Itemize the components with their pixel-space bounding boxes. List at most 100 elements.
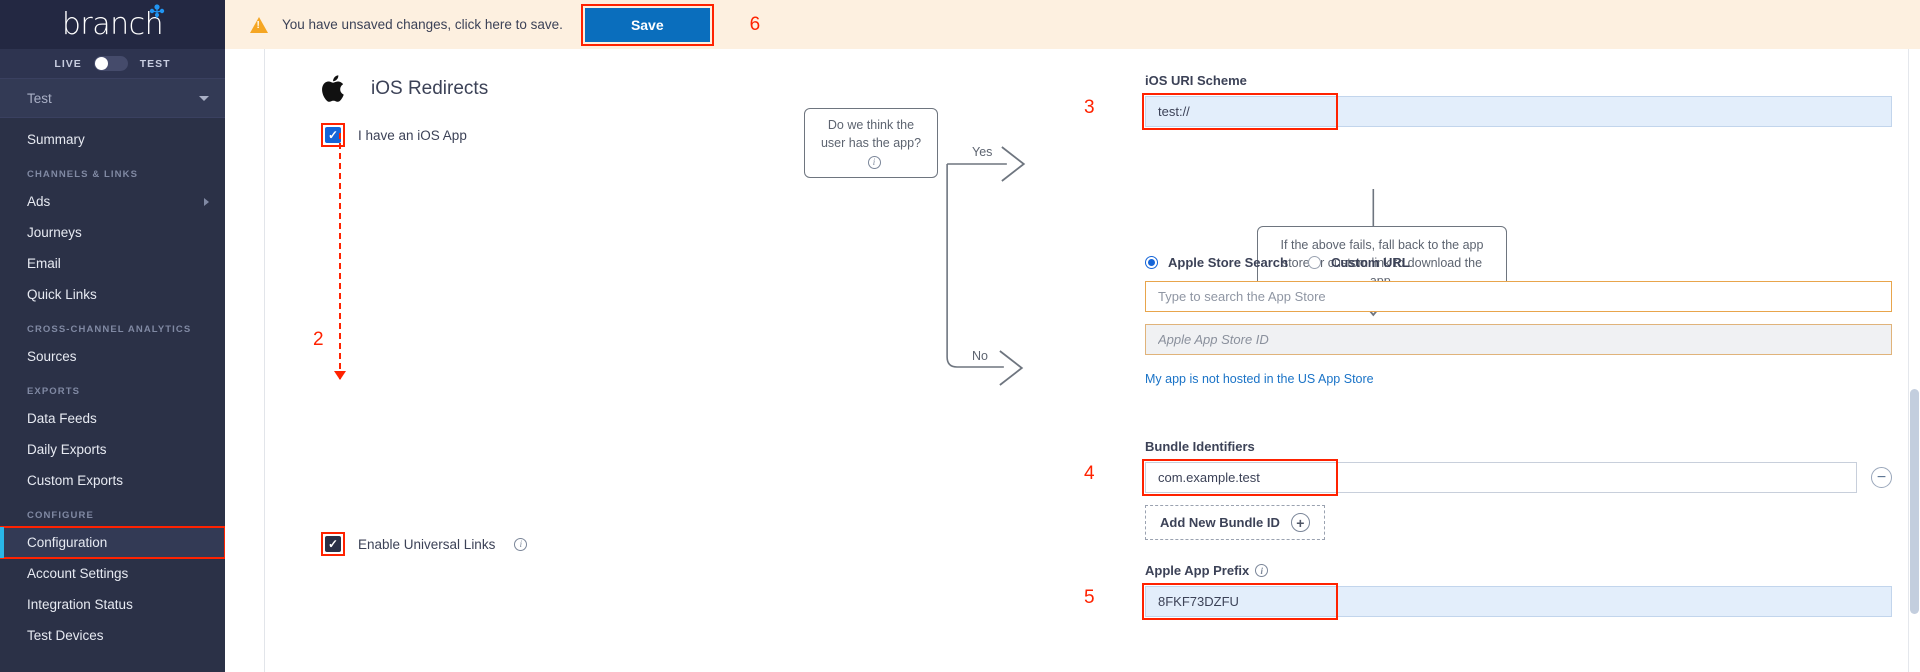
sidebar-item-label: Custom Exports <box>27 473 123 488</box>
save-button[interactable]: Save <box>585 8 710 42</box>
custom-url-label: Custom URL <box>1331 255 1410 270</box>
remove-bundle-id-button[interactable]: − <box>1871 467 1892 488</box>
flow-question-info-icon[interactable]: i <box>868 156 881 169</box>
app-root: branch LIVE TEST Test Summary CHANNELS &… <box>0 0 1920 672</box>
apple-logo-icon <box>321 72 349 105</box>
custom-url-radio[interactable] <box>1308 256 1321 269</box>
uri-scheme-input[interactable] <box>1145 96 1892 127</box>
universal-links-label: Enable Universal Links <box>358 537 495 552</box>
env-toggle-knob <box>95 57 108 70</box>
bundle-identifiers-label: Bundle Identifiers <box>1145 439 1892 454</box>
apple-app-prefix-row: 5 <box>1145 586 1892 617</box>
sidebar-item-label: Quick Links <box>27 287 97 302</box>
sidebar-item-label: Test Devices <box>27 628 104 643</box>
universal-links-info-icon[interactable]: i <box>514 538 527 551</box>
sidebar-section-configure: CONFIGURE <box>0 496 225 527</box>
ios-settings-column: iOS URI Scheme 3 Apple Store Search Cust… <box>1145 49 1892 672</box>
universal-links-row: ✓ Enable Universal Links i <box>321 532 527 556</box>
sidebar-item-quick-links[interactable]: Quick Links <box>0 279 225 310</box>
bundle-identifier-row: − 4 <box>1145 462 1892 493</box>
sidebar-item-journeys[interactable]: Journeys <box>0 217 225 248</box>
sidebar-section-channels-links: CHANNELS & LINKS <box>0 155 225 186</box>
sidebar-item-label: Journeys <box>27 225 82 240</box>
banner-message: You have unsaved changes, click here to … <box>282 17 563 32</box>
unsaved-changes-banner: You have unsaved changes, click here to … <box>225 0 1920 49</box>
not-us-app-store-link[interactable]: My app is not hosted in the US App Store <box>1145 372 1374 386</box>
sidebar-item-daily-exports[interactable]: Daily Exports <box>0 434 225 465</box>
sidebar-item-email[interactable]: Email <box>0 248 225 279</box>
warning-icon <box>250 17 268 33</box>
brand-logo[interactable]: branch <box>0 0 225 49</box>
environment-toggle-bar[interactable]: LIVE TEST <box>0 49 225 79</box>
sidebar-item-ads[interactable]: Ads <box>0 186 225 217</box>
app-selector-value: Test <box>27 91 52 106</box>
sidebar-item-custom-exports[interactable]: Custom Exports <box>0 465 225 496</box>
apple-app-prefix-info-icon[interactable]: i <box>1255 564 1268 577</box>
sidebar-item-label: Integration Status <box>27 597 133 612</box>
chevron-down-icon <box>199 96 209 101</box>
sidebar-item-label: Sources <box>27 349 77 364</box>
sidebar-section-exports: EXPORTS <box>0 372 225 403</box>
uri-scheme-label: iOS URI Scheme <box>1145 73 1892 88</box>
app-selector[interactable]: Test <box>0 79 225 118</box>
plus-icon: + <box>1291 513 1310 532</box>
annotation-arrow-head <box>334 371 346 380</box>
apple-store-search-radio[interactable] <box>1145 256 1158 269</box>
app-store-id-input[interactable] <box>1145 324 1892 355</box>
ios-redirects-panel: iOS Redirects ✓ I have an iOS App 2 <box>321 49 841 672</box>
sidebar-item-sources[interactable]: Sources <box>0 341 225 372</box>
sidebar-item-label: Data Feeds <box>27 411 97 426</box>
page-scrollbar-thumb[interactable] <box>1910 389 1919 614</box>
ios-redirects-title: iOS Redirects <box>371 78 488 100</box>
page-scrollbar[interactable] <box>1908 49 1920 672</box>
sidebar-item-label: Summary <box>27 132 85 147</box>
sidebar-section-cross-channel-analytics: CROSS-CHANNEL ANALYTICS <box>0 310 225 341</box>
app-store-id-row <box>1145 324 1892 355</box>
env-toggle-switch[interactable] <box>94 56 128 71</box>
sidebar-item-label: Configuration <box>27 535 107 550</box>
annotation-step-6: 6 <box>750 14 761 36</box>
sidebar-item-label: Daily Exports <box>27 442 107 457</box>
not-us-store-row: My app is not hosted in the US App Store <box>1145 370 1892 388</box>
content-area: iOS Redirects ✓ I have an iOS App 2 <box>225 49 1920 672</box>
uri-scheme-row: 3 <box>1145 96 1892 127</box>
annotation-step-2: 2 <box>313 329 324 351</box>
app-store-search-row <box>1145 281 1892 312</box>
env-live-label: LIVE <box>54 58 81 70</box>
annotation-step-3: 3 <box>1084 97 1095 119</box>
sidebar-item-configuration[interactable]: Configuration <box>0 527 225 558</box>
universal-links-highlight: ✓ <box>321 532 345 556</box>
add-new-bundle-id-label: Add New Bundle ID <box>1160 515 1280 530</box>
annotation-step-5: 5 <box>1084 587 1095 609</box>
add-bundle-row: Add New Bundle ID + <box>1145 505 1892 540</box>
ios-redirects-header: iOS Redirects <box>321 72 841 105</box>
flow-no-label: No <box>972 349 988 363</box>
apple-app-prefix-label-row: Apple App Prefix i <box>1145 563 1892 578</box>
flow-yes-label: Yes <box>972 145 992 159</box>
annotation-arrow-down <box>329 133 351 379</box>
branch-dots-icon <box>137 4 165 22</box>
apple-app-prefix-input[interactable] <box>1145 586 1892 617</box>
content-body: iOS Redirects ✓ I have an iOS App 2 <box>265 49 1920 672</box>
app-store-search-input[interactable] <box>1145 281 1892 312</box>
bundle-identifier-input[interactable] <box>1145 462 1857 493</box>
chevron-right-icon <box>204 198 209 206</box>
annotation-step-4: 4 <box>1084 463 1095 485</box>
sidebar-item-integration-status[interactable]: Integration Status <box>0 589 225 620</box>
add-new-bundle-id-button[interactable]: Add New Bundle ID + <box>1145 505 1325 540</box>
sidebar-item-label: Ads <box>27 194 50 209</box>
sidebar-item-data-feeds[interactable]: Data Feeds <box>0 403 225 434</box>
sidebar-item-account-settings[interactable]: Account Settings <box>0 558 225 589</box>
universal-links-checkbox[interactable]: ✓ <box>325 536 341 552</box>
apple-store-search-label: Apple Store Search <box>1168 255 1288 270</box>
have-ios-app-row: ✓ I have an iOS App <box>321 123 841 147</box>
content-left-rail <box>225 49 265 672</box>
store-option-radios: Apple Store Search Custom URL <box>1145 255 1892 270</box>
env-test-label: TEST <box>140 58 171 70</box>
annotation-arrow-shaft <box>339 133 341 379</box>
sidebar-item-summary[interactable]: Summary <box>0 124 225 155</box>
save-button-highlight: Save <box>581 4 714 46</box>
sidebar: branch LIVE TEST Test Summary CHANNELS &… <box>0 0 225 672</box>
have-ios-app-label: I have an iOS App <box>358 128 467 143</box>
sidebar-item-test-devices[interactable]: Test Devices <box>0 620 225 651</box>
